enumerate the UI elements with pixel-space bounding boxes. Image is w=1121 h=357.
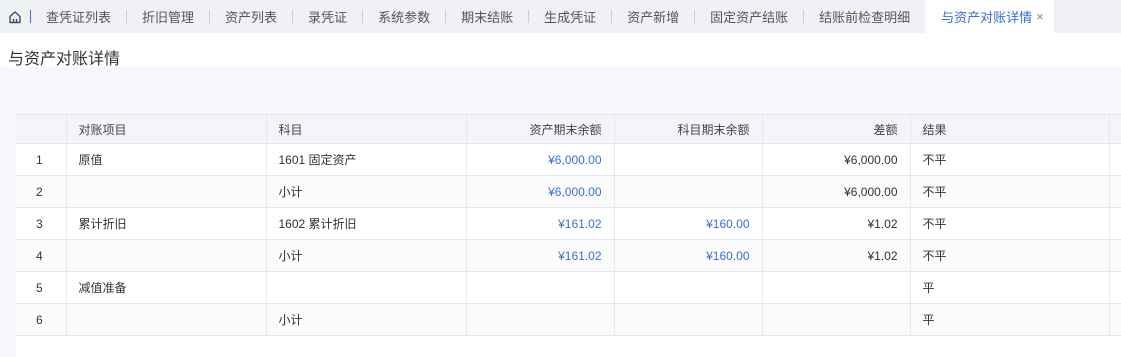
title-bar: 与资产对账详情 <box>0 39 1121 68</box>
cell-subject: 小计 <box>266 303 467 336</box>
tab-label: 结账前检查明细 <box>819 10 911 25</box>
tab-label: 固定资产结账 <box>710 10 789 25</box>
cell-item <box>66 303 267 336</box>
cell-index: 1 <box>16 143 67 176</box>
tab-asset-add[interactable]: 资产新增 <box>612 0 694 33</box>
col-header-difference: 差额 <box>762 114 911 144</box>
tab-generate-voucher[interactable]: 生成凭证 <box>529 0 611 33</box>
cell-item <box>66 239 267 272</box>
home-icon <box>9 10 21 23</box>
cell-difference: ¥6,000.00 <box>762 175 911 208</box>
tab-system-params[interactable]: 系统参数 <box>363 0 445 33</box>
table-row[interactable]: 6 小计 平 <box>16 303 1121 336</box>
cell-asset-balance[interactable]: ¥161.02 <box>466 207 615 240</box>
cell-asset-balance[interactable]: ¥6,000.00 <box>466 175 615 208</box>
cell-subject-balance[interactable]: ¥160.00 <box>614 207 763 240</box>
tab-label: 期末结账 <box>461 10 514 25</box>
cell-item: 累计折旧 <box>66 207 267 240</box>
cell-difference: ¥1.02 <box>762 207 911 240</box>
reconciliation-table: 对账项目 科目 资产期末余额 科目期末余额 差额 结果 1 原值 1601 固定… <box>16 114 1121 336</box>
cell-subject: 1601 固定资产 <box>266 143 467 176</box>
tab-label: 折旧管理 <box>142 10 195 25</box>
cell-subject-balance[interactable] <box>614 175 763 208</box>
cell-subject: 小计 <box>266 239 467 272</box>
page-title: 与资产对账详情 <box>8 51 121 68</box>
cell-result: 不平 <box>910 207 1110 240</box>
tab-label: 资产列表 <box>225 10 278 25</box>
cell-asset-balance[interactable]: ¥6,000.00 <box>466 143 615 176</box>
cell-spacer <box>1109 175 1121 208</box>
tab-label: 查凭证列表 <box>46 10 112 25</box>
cell-index: 5 <box>16 271 67 304</box>
col-header-asset-balance: 资产期末余额 <box>466 114 615 144</box>
col-header-subject-balance: 科目期末余额 <box>614 114 763 144</box>
cell-asset-balance[interactable] <box>466 303 615 336</box>
cell-index: 4 <box>16 239 67 272</box>
tab-asset-reconciliation[interactable]: 与资产对账详情 × <box>925 0 1054 33</box>
cell-difference: ¥1.02 <box>762 239 911 272</box>
tab-enter-voucher[interactable]: 录凭证 <box>293 0 362 33</box>
cell-difference <box>762 271 911 304</box>
cell-result: 平 <box>910 303 1110 336</box>
tab-asset-list[interactable]: 资产列表 <box>210 0 292 33</box>
table-body: 1 原值 1601 固定资产 ¥6,000.00 ¥6,000.00 不平 2 … <box>16 143 1121 336</box>
cell-spacer <box>1109 239 1121 272</box>
cell-spacer <box>1109 143 1121 176</box>
col-header-subject: 科目 <box>266 114 467 144</box>
cell-spacer <box>1109 207 1121 240</box>
tab-label: 系统参数 <box>378 10 431 25</box>
tab-label: 与资产对账详情 <box>941 10 1033 25</box>
col-header-index <box>16 114 67 144</box>
tab-label: 生成凭证 <box>544 10 597 25</box>
cell-result: 平 <box>910 271 1110 304</box>
cell-difference: ¥6,000.00 <box>762 143 911 176</box>
cell-asset-balance[interactable]: ¥161.02 <box>466 239 615 272</box>
cell-subject <box>266 271 467 304</box>
col-header-result: 结果 <box>910 114 1110 144</box>
table-row[interactable]: 5 减值准备 平 <box>16 271 1121 304</box>
cell-index: 2 <box>16 175 67 208</box>
cell-difference <box>762 303 911 336</box>
table-row[interactable]: 4 小计 ¥161.02 ¥160.00 ¥1.02 不平 <box>16 239 1121 272</box>
tab-depreciation[interactable]: 折旧管理 <box>127 0 209 33</box>
cell-spacer <box>1109 303 1121 336</box>
cell-result: 不平 <box>910 143 1110 176</box>
tab-label: 录凭证 <box>308 10 348 25</box>
cell-subject: 小计 <box>266 175 467 208</box>
col-header-item: 对账项目 <box>66 114 267 144</box>
col-header-spacer <box>1109 114 1121 144</box>
cell-index: 6 <box>16 303 67 336</box>
table-row[interactable]: 3 累计折旧 1602 累计折旧 ¥161.02 ¥160.00 ¥1.02 不… <box>16 207 1121 240</box>
table-row[interactable]: 2 小计 ¥6,000.00 ¥6,000.00 不平 <box>16 175 1121 208</box>
close-icon[interactable]: × <box>1036 9 1044 24</box>
cell-subject-balance[interactable] <box>614 303 763 336</box>
home-button[interactable] <box>0 0 30 33</box>
tab-fixed-asset-close[interactable]: 固定资产结账 <box>695 0 803 33</box>
cell-index: 3 <box>16 207 67 240</box>
cell-asset-balance[interactable] <box>466 271 615 304</box>
tab-pre-close-check[interactable]: 结账前检查明细 <box>804 0 925 33</box>
tab-label: 资产新增 <box>627 10 680 25</box>
cell-result: 不平 <box>910 175 1110 208</box>
cell-result: 不平 <box>910 239 1110 272</box>
cell-subject-balance[interactable]: ¥160.00 <box>614 239 763 272</box>
cell-subject-balance[interactable] <box>614 143 763 176</box>
cell-subject: 1602 累计折旧 <box>266 207 467 240</box>
tab-period-close[interactable]: 期末结账 <box>446 0 528 33</box>
table-row[interactable]: 1 原值 1601 固定资产 ¥6,000.00 ¥6,000.00 不平 <box>16 143 1121 176</box>
tab-voucher-list[interactable]: 查凭证列表 <box>31 0 126 33</box>
cell-subject-balance[interactable] <box>614 271 763 304</box>
table-header-row: 对账项目 科目 资产期末余额 科目期末余额 差额 结果 <box>16 114 1121 144</box>
cell-item: 减值准备 <box>66 271 267 304</box>
cell-item: 原值 <box>66 143 267 176</box>
cell-item <box>66 175 267 208</box>
reconciliation-table-container: 对账项目 科目 资产期末余额 科目期末余额 差额 结果 1 原值 1601 固定… <box>16 114 1121 357</box>
tab-bar: 查凭证列表 折旧管理 资产列表 录凭证 系统参数 期末结账 生成凭证 资产新增 … <box>0 0 1121 33</box>
cell-spacer <box>1109 271 1121 304</box>
